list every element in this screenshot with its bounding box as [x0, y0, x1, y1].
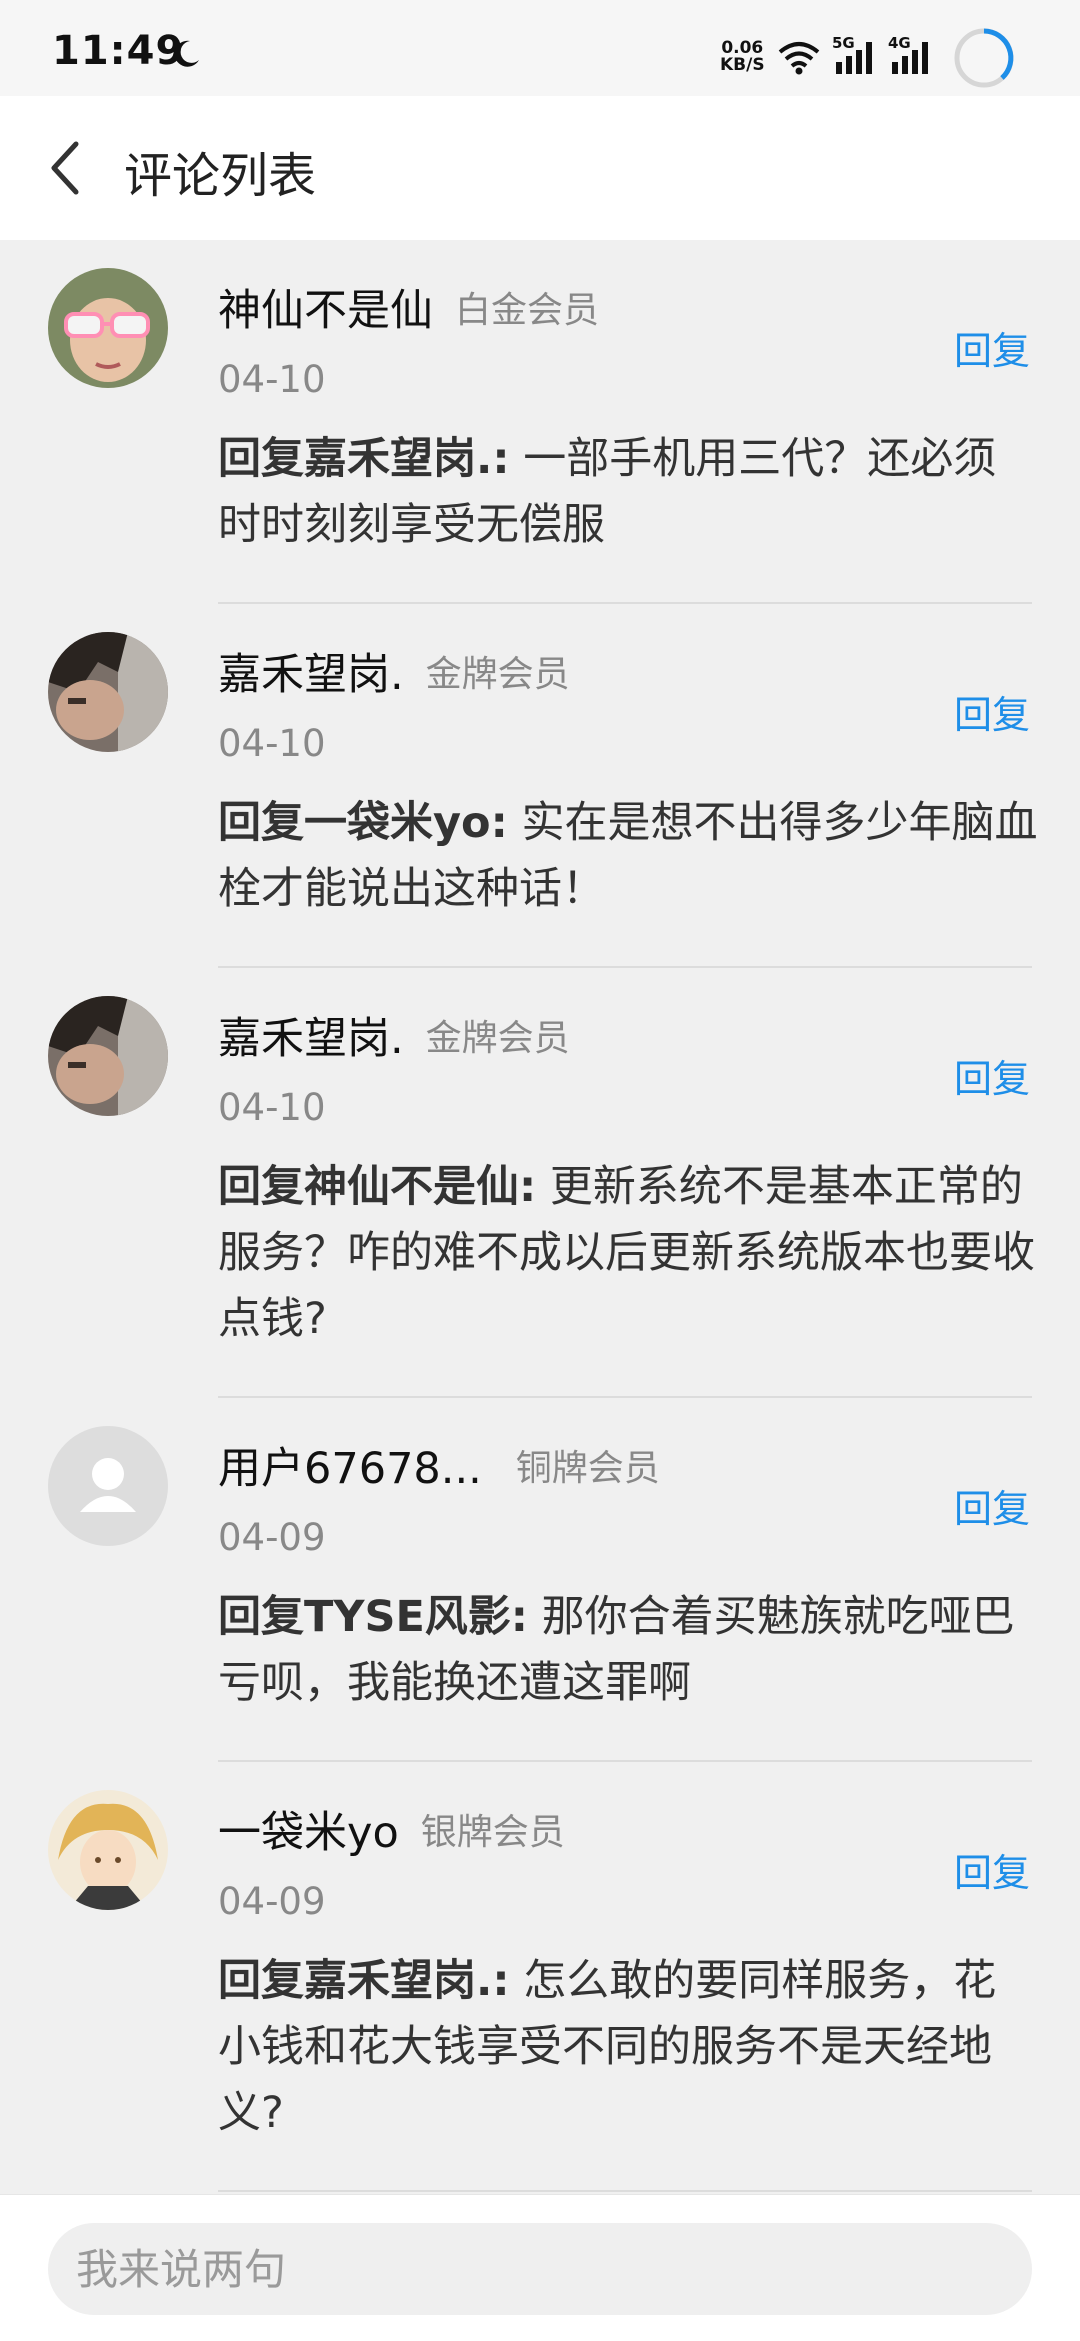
nav-bar: 评论列表: [0, 96, 1080, 240]
comment-input[interactable]: [48, 2223, 1032, 2315]
comment-item: 一袋米yo 银牌会员 04-09 回复 回复嘉禾望岗.: 怎么敢的要同样服务，花小…: [0, 1762, 1080, 2194]
signal-4g-label: 4G: [888, 34, 911, 52]
status-time: 11:49: [52, 28, 185, 74]
loading-ring-icon: [954, 28, 1014, 88]
comment-date: 04-09: [218, 1880, 326, 1923]
moon-icon: [174, 40, 199, 67]
comment-item: 用户67678... 铜牌会员 04-09 回复 回复TYSE风影: 那你合着买魅…: [0, 1398, 1080, 1762]
avatar[interactable]: [48, 268, 168, 388]
reply-button[interactable]: 回复: [954, 320, 1030, 375]
name-line: 用户67678... 铜牌会员: [218, 1434, 660, 1494]
username[interactable]: 神仙不是仙: [218, 286, 433, 336]
comment-input-bar: [0, 2194, 1080, 2341]
divider: [218, 2190, 1032, 2192]
name-line: 神仙不是仙 白金会员: [218, 276, 600, 336]
member-badge: 白金会员: [455, 290, 600, 331]
network-speed: 0.06 KB/S: [720, 40, 765, 74]
name-line: 一袋米yo 银牌会员: [218, 1798, 565, 1858]
member-badge: 金牌会员: [425, 1018, 570, 1059]
avatar[interactable]: [48, 996, 168, 1116]
comment-item: 神仙不是仙 白金会员 04-10 回复 回复嘉禾望岗.: 一部手机用三代？还必须时…: [0, 240, 1080, 604]
reply-button[interactable]: 回复: [954, 1048, 1030, 1103]
comment-content: 回复神仙不是仙: 更新系统不是基本正常的服务？咋的难不成以后更新系统版本也要收点…: [218, 1154, 1038, 1352]
reply-target: 回复嘉禾望岗.:: [218, 434, 510, 484]
comment-content: 回复嘉禾望岗.: 怎么敢的要同样服务，花小钱和花大钱享受不同的服务不是天经地义?: [218, 1948, 1038, 2146]
comment-content: 回复一袋米yo: 实在是想不出得多少年脑血栓才能说出这种话！: [218, 790, 1038, 922]
comment-content: 回复TYSE风影: 那你合着买魅族就吃哑巴亏呗，我能换还遭这罪啊: [218, 1584, 1038, 1716]
name-line: 嘉禾望岗. 金牌会员: [218, 640, 570, 700]
page-title: 评论列表: [124, 148, 317, 204]
comment-item: 嘉禾望岗. 金牌会员 04-10 回复 回复神仙不是仙: 更新系统不是基本正常的服…: [0, 968, 1080, 1398]
signal-5g-label: 5G: [832, 34, 855, 52]
reply-target: 回复嘉禾望岗.:: [218, 1956, 510, 2006]
comment-date: 04-10: [218, 358, 326, 401]
avatar[interactable]: [48, 1790, 168, 1910]
comment-item: 嘉禾望岗. 金牌会员 04-10 回复 回复一袋米yo: 实在是想不出得多少年脑血…: [0, 604, 1080, 968]
reply-target: 回复一袋米yo:: [218, 798, 508, 848]
default-user-icon: [48, 1426, 168, 1546]
username[interactable]: 嘉禾望岗.: [218, 650, 404, 700]
username[interactable]: 用户67678...: [218, 1444, 482, 1494]
reply-button[interactable]: 回复: [954, 1478, 1030, 1533]
reply-target: 回复神仙不是仙:: [218, 1162, 537, 1212]
network-speed-unit: KB/S: [720, 55, 765, 75]
comment-date: 04-10: [218, 722, 326, 765]
name-line: 嘉禾望岗. 金牌会员: [218, 1004, 570, 1064]
reply-button[interactable]: 回复: [954, 684, 1030, 739]
avatar[interactable]: [48, 1426, 168, 1546]
comment-list[interactable]: 神仙不是仙 白金会员 04-10 回复 回复嘉禾望岗.: 一部手机用三代？还必须时…: [0, 240, 1080, 2194]
signal-4g-icon: 4G: [888, 34, 936, 80]
status-bar: 11:49 0.06 KB/S 5G 4G: [0, 0, 1080, 96]
comment-date: 04-10: [218, 1086, 326, 1129]
member-badge: 铜牌会员: [515, 1448, 660, 1489]
avatar[interactable]: [48, 632, 168, 752]
reply-button[interactable]: 回复: [954, 1842, 1030, 1897]
username[interactable]: 嘉禾望岗.: [218, 1014, 404, 1064]
reply-target: 回复TYSE风影:: [218, 1592, 529, 1642]
member-badge: 银牌会员: [420, 1812, 565, 1853]
chevron-left-icon[interactable]: [46, 140, 86, 196]
comment-content: 回复嘉禾望岗.: 一部手机用三代？还必须时时刻刻享受无偿服: [218, 426, 1038, 558]
comment-date: 04-09: [218, 1516, 326, 1559]
signal-5g-icon: 5G: [832, 34, 880, 80]
wifi-icon: [778, 42, 820, 75]
username[interactable]: 一袋米yo: [218, 1808, 399, 1858]
member-badge: 金牌会员: [425, 654, 570, 695]
